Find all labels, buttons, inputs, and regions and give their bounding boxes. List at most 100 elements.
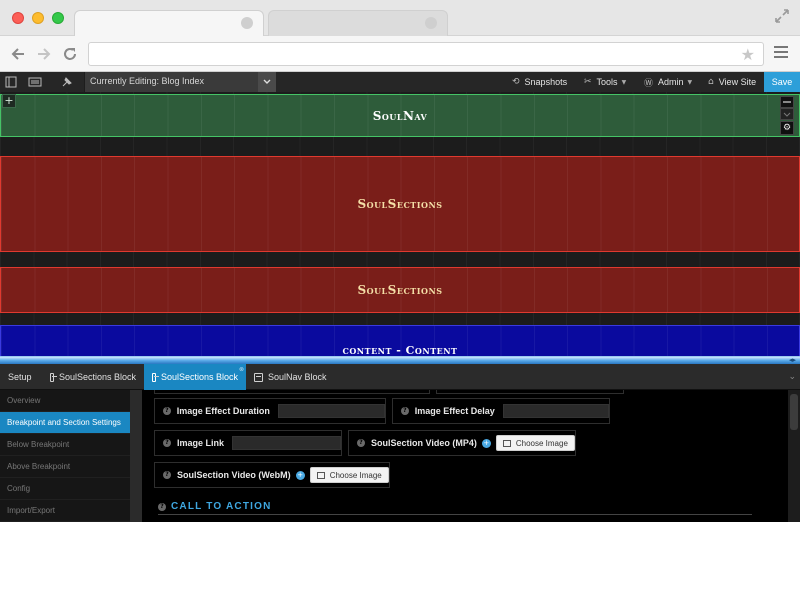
tab-label: SoulSections Block xyxy=(160,372,238,382)
currently-editing-select[interactable]: Currently Editing: Blog Index xyxy=(84,72,276,92)
block-soulsections[interactable]: SoulSections xyxy=(0,156,800,252)
address-bar[interactable]: ★ xyxy=(88,42,764,66)
field-image-effect-duration: ? Image Effect Duration xyxy=(154,398,386,424)
block-title: content - Content xyxy=(342,343,458,357)
panel-divider xyxy=(130,390,142,522)
field-label: SoulSection Video (MP4) xyxy=(371,438,477,448)
minimize-window-button[interactable] xyxy=(32,12,44,24)
image-effect-delay-input[interactable] xyxy=(502,404,609,418)
help-icon[interactable]: ? xyxy=(357,439,365,447)
zoom-window-button[interactable] xyxy=(52,12,64,24)
back-arrow-icon xyxy=(11,48,24,60)
block-collapse-handle[interactable] xyxy=(780,108,794,120)
field-image-link: ? Image Link xyxy=(154,430,342,456)
tab-soulnav-block[interactable]: SoulNav Block xyxy=(246,364,336,390)
sidebar-item-overview[interactable]: Overview xyxy=(0,390,130,412)
reload-icon xyxy=(64,48,76,60)
panel-options: ? Image Effect Duration ? Image Effect D… xyxy=(142,390,788,522)
field-video-webm: ? SoulSection Video (WebM) + Choose Imag… xyxy=(154,462,390,488)
tab-label: Setup xyxy=(8,372,32,382)
block-soulsections[interactable]: SoulSections xyxy=(0,267,800,313)
resize-grip-icon: ◂▸ xyxy=(788,356,796,364)
sidebar-item-below-breakpoint[interactable]: Below Breakpoint xyxy=(0,434,130,456)
button-label: Choose Image xyxy=(515,438,568,448)
sidebar-item-config[interactable]: Config xyxy=(0,478,130,500)
help-icon[interactable]: ? xyxy=(158,502,166,511)
browser-tab-inactive[interactable] xyxy=(268,10,448,36)
snapshots-button[interactable]: ⟲ Snapshots xyxy=(512,72,567,92)
choose-image-button[interactable]: Choose Image xyxy=(309,467,389,483)
forward-arrow-icon xyxy=(38,48,51,60)
sidebar-item-breakpoint-settings[interactable]: Breakpoint and Section Settings xyxy=(0,412,130,434)
sidebar-item-import-export[interactable]: Import/Export xyxy=(0,500,130,522)
layout-canvas: SoulNav + ⚙ SoulSections SoulSections co… xyxy=(0,92,800,356)
list-icon[interactable] xyxy=(28,75,42,89)
save-button[interactable]: Save xyxy=(764,72,800,92)
home-icon: ⌂ xyxy=(708,77,714,87)
editor-toolbar: Currently Editing: Blog Index ⟲ Snapshot… xyxy=(0,72,800,92)
field-edge xyxy=(436,390,624,394)
field-label: Image Link xyxy=(176,438,224,448)
view-site-button[interactable]: ⌂ View Site xyxy=(708,72,756,92)
expand-icon[interactable] xyxy=(774,8,790,24)
pin-icon[interactable] xyxy=(60,75,74,89)
field-label: Image Effect Delay xyxy=(414,406,495,416)
image-icon xyxy=(502,439,511,447)
block-title: SoulSections xyxy=(357,283,443,297)
panel-resize-handle[interactable]: ◂▸ xyxy=(0,356,800,364)
panel-scrollbar[interactable] xyxy=(788,390,800,522)
gear-icon[interactable]: ⚙ xyxy=(780,121,794,135)
hamburger-icon[interactable] xyxy=(774,46,788,60)
help-icon[interactable]: ? xyxy=(163,407,171,415)
tools-menu[interactable]: ✂ Tools ▼ xyxy=(584,72,626,92)
close-window-button[interactable] xyxy=(12,12,24,24)
admin-label: Admin xyxy=(658,77,684,87)
image-icon xyxy=(316,471,325,479)
help-icon[interactable]: ? xyxy=(163,471,171,479)
help-icon[interactable]: ? xyxy=(401,407,409,415)
image-effect-duration-input[interactable] xyxy=(277,404,385,418)
tab-soulsections-block[interactable]: SoulSections Block xyxy=(42,364,144,390)
wordpress-icon: Ⓦ xyxy=(644,78,654,89)
admin-menu[interactable]: Ⓦ Admin ▼ xyxy=(644,72,692,92)
choose-image-button[interactable]: Choose Image xyxy=(495,435,575,451)
back-button[interactable] xyxy=(8,44,28,64)
reload-button[interactable] xyxy=(60,44,80,64)
info-icon[interactable]: + xyxy=(295,470,305,480)
help-icon[interactable]: ? xyxy=(163,439,171,447)
block-title: SoulNav xyxy=(372,108,428,123)
info-icon[interactable]: + xyxy=(481,438,491,448)
chevron-down-icon[interactable]: ⌄ xyxy=(788,372,796,382)
tab-soulsections-block-active[interactable]: SoulSections Block ⊗ xyxy=(144,364,246,390)
field-label: Image Effect Duration xyxy=(176,406,270,416)
block-drag-handle[interactable] xyxy=(780,96,794,108)
browser-tab-active[interactable] xyxy=(74,10,264,36)
panel-tab-bar: Setup SoulSections Block SoulSections Bl… xyxy=(0,364,800,390)
image-link-input[interactable] xyxy=(231,436,341,450)
block-content[interactable]: content - Content xyxy=(0,325,800,356)
image-icon xyxy=(254,372,263,382)
close-tab-icon[interactable]: ⊗ xyxy=(239,366,244,373)
block-soulnav[interactable]: SoulNav xyxy=(0,94,800,137)
tab-label: SoulNav Block xyxy=(268,372,327,382)
tab-close-icon[interactable] xyxy=(425,17,437,29)
add-block-button[interactable]: + xyxy=(2,94,16,108)
view-site-label: View Site xyxy=(718,77,757,87)
block-options-panel: Setup SoulSections Block SoulSections Bl… xyxy=(0,364,800,522)
tab-close-icon[interactable] xyxy=(241,17,253,29)
scrollbar-thumb[interactable] xyxy=(790,394,798,430)
chevron-down-icon xyxy=(258,72,276,92)
star-icon[interactable]: ★ xyxy=(741,46,755,64)
section-title: CALL TO ACTION xyxy=(171,501,272,512)
caret-down-icon: ▼ xyxy=(621,78,627,86)
tab-setup[interactable]: Setup xyxy=(0,364,42,390)
field-video-mp4: ? SoulSection Video (MP4) + Choose Image xyxy=(348,430,576,456)
currently-editing-label: Currently Editing: Blog Index xyxy=(90,76,205,86)
field-image-effect-delay: ? Image Effect Delay xyxy=(392,398,610,424)
field-label: SoulSection Video (WebM) xyxy=(177,470,291,480)
tools-icon: ✂ xyxy=(584,77,592,87)
layout-icon[interactable] xyxy=(4,75,18,89)
forward-button[interactable] xyxy=(34,44,54,64)
sidebar-item-above-breakpoint[interactable]: Above Breakpoint xyxy=(0,456,130,478)
image-icon xyxy=(50,372,57,382)
